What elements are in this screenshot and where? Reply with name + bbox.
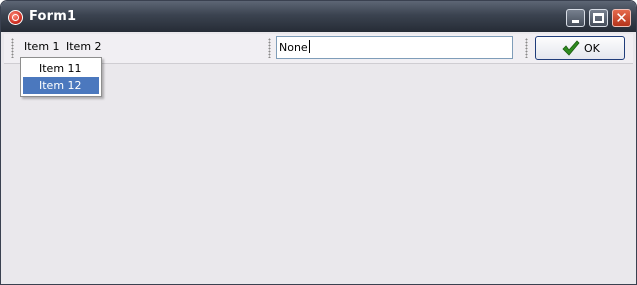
title-bar[interactable]: Form1 ✕ — [1, 1, 636, 32]
toolbar-grip-icon[interactable] — [268, 38, 271, 58]
minimize-icon — [572, 20, 579, 23]
minimize-button[interactable] — [566, 9, 585, 27]
main-window: Form1 ✕ Item 1 Item 2 None OK Item 11 It… — [0, 0, 637, 285]
dropdown-item-11[interactable]: Item 11 — [23, 60, 99, 77]
toolbar-grip-icon[interactable] — [525, 38, 528, 58]
window-title: Form1 — [29, 9, 77, 24]
maximize-button[interactable] — [589, 9, 608, 27]
dropdown-menu: Item 11 Item 12 — [20, 57, 102, 97]
text-caret — [308, 40, 310, 53]
text-input-value: None — [279, 40, 310, 54]
ok-button[interactable]: OK — [535, 36, 625, 60]
toolbar-grip-icon[interactable] — [11, 38, 14, 58]
app-icon[interactable] — [8, 10, 23, 25]
checkmark-icon — [562, 40, 580, 56]
maximize-icon — [593, 13, 604, 23]
close-icon: ✕ — [615, 9, 628, 27]
text-input[interactable]: None — [276, 36, 513, 59]
dropdown-item-12[interactable]: Item 12 — [23, 77, 99, 94]
ok-button-label: OK — [584, 42, 600, 55]
menu-item-1[interactable]: Item 1 — [24, 40, 60, 53]
close-button[interactable]: ✕ — [612, 9, 631, 27]
menu-item-2[interactable]: Item 2 — [66, 40, 102, 53]
